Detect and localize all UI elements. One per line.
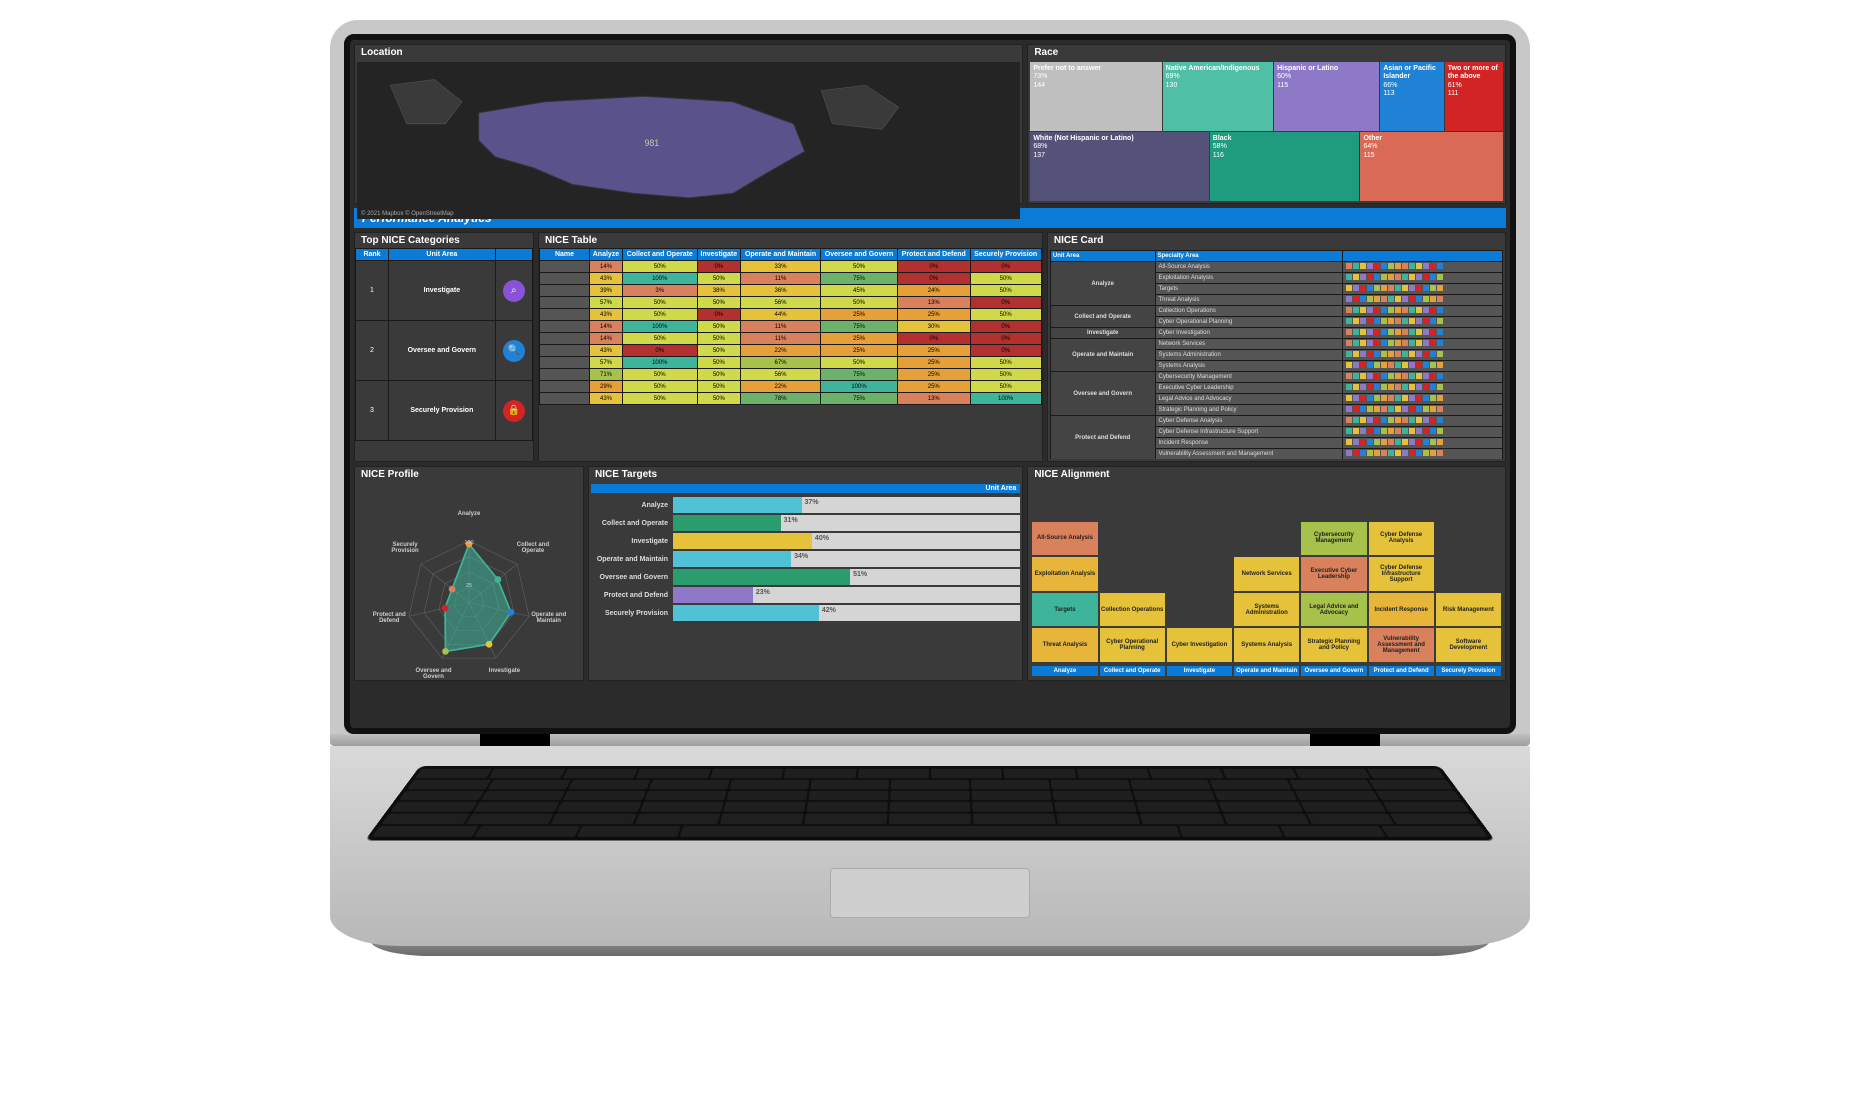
alignment-cell[interactable]: Exploitation Analysis [1032,557,1097,591]
alignment-cell[interactable]: Collection Operations [1100,593,1165,627]
alignment-cell[interactable] [1167,522,1232,556]
alignment-cell[interactable]: Incident Response [1369,593,1434,627]
target-row: Protect and Defend23% [591,587,1020,603]
lock-icon: 🔒 [503,400,525,422]
alignment-column-header: Collect and Operate [1100,666,1165,676]
alignment-cell[interactable] [1100,557,1165,591]
race-tile[interactable]: Asian or Pacific Islander66%113 [1380,62,1443,131]
alignment-cell[interactable]: Software Development [1436,628,1501,662]
target-row: Investigate40% [591,533,1020,549]
alignment-cell[interactable]: All-Source Analysis [1032,522,1097,556]
race-tile[interactable]: Black58%116 [1210,132,1360,201]
alignment-column-header: Analyze [1032,666,1097,676]
race-tile[interactable]: Two or more of the above61%111 [1445,62,1503,131]
alignment-column-header: Investigate [1167,666,1232,676]
race-tile[interactable]: Native American/Indigenous69%130 [1163,62,1273,131]
nice-card-panel: NICE Card Unit AreaSpecialty Area Analyz… [1047,232,1506,462]
magnify-icon: 🔍 [503,340,525,362]
race-tile[interactable]: Other64%115 [1360,132,1503,201]
alignment-column-header: Oversee and Govern [1301,666,1366,676]
alignment-grid[interactable]: All-Source Analysis Cybersecurity Managem… [1032,486,1501,662]
target-row: Analyze37% [591,497,1020,513]
nice-profile-panel: NICE Profile 10025 AnalyzeCollect and Op… [354,466,584,681]
nice-table-title: NICE Table [539,233,1042,248]
alignment-cell[interactable]: Vulnerability Assessment and Management [1369,628,1434,662]
search-icon: ⌕ [503,280,525,302]
alignment-cell[interactable]: Executive Cyber Leadership [1301,557,1366,591]
alignment-cell[interactable] [1167,557,1232,591]
alignment-cell[interactable]: Cyber Operational Planning [1100,628,1165,662]
alignment-cell[interactable]: Cyber Defense Analysis [1369,522,1434,556]
location-title: Location [355,45,1022,60]
location-panel: Location 981 © 2021 Mapbox © OpenStreetM… [354,44,1023,204]
svg-text:100: 100 [464,540,473,546]
alignment-column-header: Securely Provision [1436,666,1501,676]
nice-heatmap[interactable]: NameAnalyzeCollect and OperateInvestigat… [539,248,1042,405]
nice-alignment-title: NICE Alignment [1028,467,1505,482]
nice-profile-title: NICE Profile [355,467,583,482]
target-row: Collect and Operate31% [591,515,1020,531]
alignment-cell[interactable]: Systems Analysis [1234,628,1299,662]
race-panel: Race Prefer not to answer73%144Native Am… [1027,44,1506,204]
alignment-cell[interactable]: Threat Analysis [1032,628,1097,662]
alignment-cell[interactable]: Cybersecurity Management [1301,522,1366,556]
nice-targets-title: NICE Targets [589,467,1022,482]
keyboard-graphic [365,766,1495,840]
target-row: Securely Provision42% [591,605,1020,621]
alignment-cell[interactable] [1167,593,1232,627]
race-treemap[interactable]: Prefer not to answer73%144Native America… [1030,62,1503,201]
alignment-cell[interactable] [1436,557,1501,591]
alignment-cell[interactable]: Targets [1032,593,1097,627]
target-row: Oversee and Govern51% [591,569,1020,585]
race-tile[interactable]: Prefer not to answer73%144 [1030,62,1161,131]
alignment-cell[interactable]: Risk Management [1436,593,1501,627]
nice-card-title: NICE Card [1048,233,1505,248]
map-attribution: © 2021 Mapbox © OpenStreetMap [361,211,454,217]
dashboard-screen: Location 981 © 2021 Mapbox © OpenStreetM… [344,34,1516,734]
alignment-cell[interactable]: Strategic Planning and Policy [1301,628,1366,662]
race-title: Race [1028,45,1505,60]
nice-radar-chart[interactable]: 10025 AnalyzeCollect and OperateOperate … [357,484,581,710]
top-nice-panel: Top NICE Categories RankUnit Area 1Inves… [354,232,534,462]
alignment-cell[interactable] [1436,522,1501,556]
svg-text:25: 25 [466,583,472,589]
alignment-column-header: Operate and Maintain [1234,666,1299,676]
race-tile[interactable]: White (Not Hispanic or Latino)68%137 [1030,132,1208,201]
alignment-cell[interactable]: Systems Administration [1234,593,1299,627]
alignment-cell[interactable] [1100,522,1165,556]
race-tile[interactable]: Hispanic or Latino60%115 [1274,62,1379,131]
trackpad-graphic [830,868,1030,918]
top-nice-title: Top NICE Categories [355,233,533,248]
nice-targets-panel: NICE Targets Unit Area Analyze37% Collect… [588,466,1023,681]
targets-bars[interactable]: Analyze37% Collect and Operate31% Investig… [589,495,1022,623]
nice-alignment-panel: NICE Alignment All-Source Analysis Cybers… [1027,466,1506,681]
alignment-cell[interactable] [1234,522,1299,556]
alignment-cell[interactable]: Network Services [1234,557,1299,591]
alignment-cell[interactable]: Legal Advice and Advocacy [1301,593,1366,627]
laptop-mockup: Location 981 © 2021 Mapbox © OpenStreetM… [330,20,1530,956]
alignment-cell[interactable]: Cyber Investigation [1167,628,1232,662]
map-value-label: 981 [644,138,659,148]
top-nice-table: RankUnit Area 1Investigate⌕2Oversee and … [355,248,533,441]
targets-header: Unit Area [591,484,1020,493]
nice-table-panel: NICE Table NameAnalyzeCollect and Operat… [538,232,1043,462]
target-row: Operate and Maintain34% [591,551,1020,567]
nice-card-table: Unit AreaSpecialty Area AnalyzeAll-Sourc… [1050,250,1503,459]
alignment-column-header: Protect and Defend [1369,666,1434,676]
location-map[interactable]: 981 © 2021 Mapbox © OpenStreetMap [357,62,1020,219]
alignment-cell[interactable]: Cyber Defense Infrastructure Support [1369,557,1434,591]
